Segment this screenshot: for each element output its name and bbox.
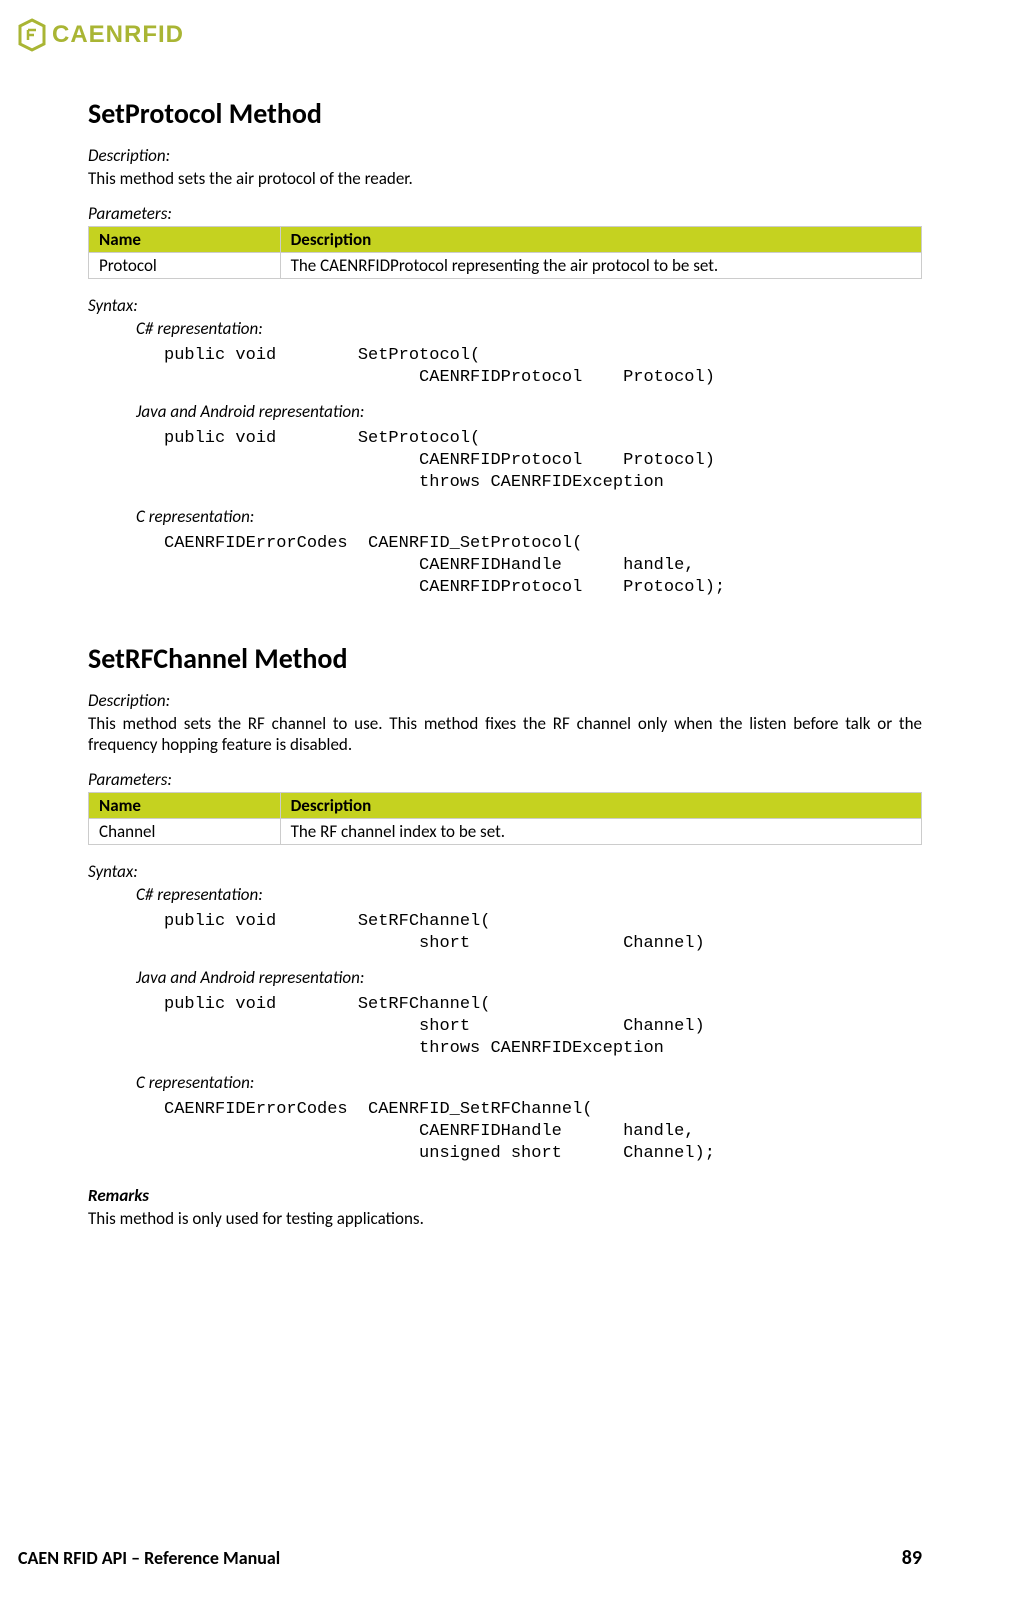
csharp-code: public void SetProtocol( CAENRFIDProtoco… — [164, 345, 922, 389]
table-header-row: Name Description — [89, 227, 922, 253]
description-label: Description: — [88, 690, 922, 711]
th-name: Name — [89, 793, 281, 819]
logo-text: CAENRFID — [52, 21, 184, 49]
parameters-table: Name Description Channel The RF channel … — [88, 792, 922, 845]
description-text: This method sets the air protocol of the… — [88, 168, 922, 189]
method-title-setrfchannel: SetRFChannel Method — [88, 641, 922, 676]
th-name: Name — [89, 227, 281, 253]
syntax-label: Syntax: — [88, 295, 922, 316]
description-label: Description: — [88, 145, 922, 166]
logo-icon — [18, 18, 46, 52]
table-row: Channel The RF channel index to be set. — [89, 819, 922, 845]
java-label: Java and Android representation: — [136, 401, 922, 422]
parameters-label: Parameters: — [88, 769, 922, 790]
logo: CAENRFID — [18, 18, 184, 52]
java-label: Java and Android representation: — [136, 967, 922, 988]
description-text: This method sets the RF channel to use. … — [88, 713, 922, 755]
table-header-row: Name Description — [89, 793, 922, 819]
th-desc: Description — [280, 227, 921, 253]
method-title-setprotocol: SetProtocol Method — [88, 96, 922, 131]
th-desc: Description — [280, 793, 921, 819]
table-row: Protocol The CAENRFIDProtocol representi… — [89, 253, 922, 279]
c-label: C representation: — [136, 1072, 922, 1093]
td-desc: The RF channel index to be set. — [280, 819, 921, 845]
td-desc: The CAENRFIDProtocol representing the ai… — [280, 253, 921, 279]
c-label: C representation: — [136, 506, 922, 527]
csharp-label: C# representation: — [136, 318, 922, 339]
c-code: CAENRFIDErrorCodes CAENRFID_SetRFChannel… — [164, 1099, 922, 1165]
footer: CAEN RFID API – Reference Manual 89 — [18, 1546, 922, 1570]
csharp-code: public void SetRFChannel( short Channel) — [164, 911, 922, 955]
csharp-label: C# representation: — [136, 884, 922, 905]
c-code: CAENRFIDErrorCodes CAENRFID_SetProtocol(… — [164, 533, 922, 599]
td-name: Channel — [89, 819, 281, 845]
footer-title: CAEN RFID API – Reference Manual — [18, 1547, 280, 1569]
syntax-label: Syntax: — [88, 861, 922, 882]
remarks-label: Remarks — [88, 1185, 922, 1206]
java-code: public void SetProtocol( CAENRFIDProtoco… — [164, 428, 922, 494]
java-code: public void SetRFChannel( short Channel)… — [164, 994, 922, 1060]
remarks-text: This method is only used for testing app… — [88, 1208, 922, 1229]
parameters-table: Name Description Protocol The CAENRFIDPr… — [88, 226, 922, 279]
parameters-label: Parameters: — [88, 203, 922, 224]
footer-page: 89 — [902, 1546, 922, 1570]
td-name: Protocol — [89, 253, 281, 279]
